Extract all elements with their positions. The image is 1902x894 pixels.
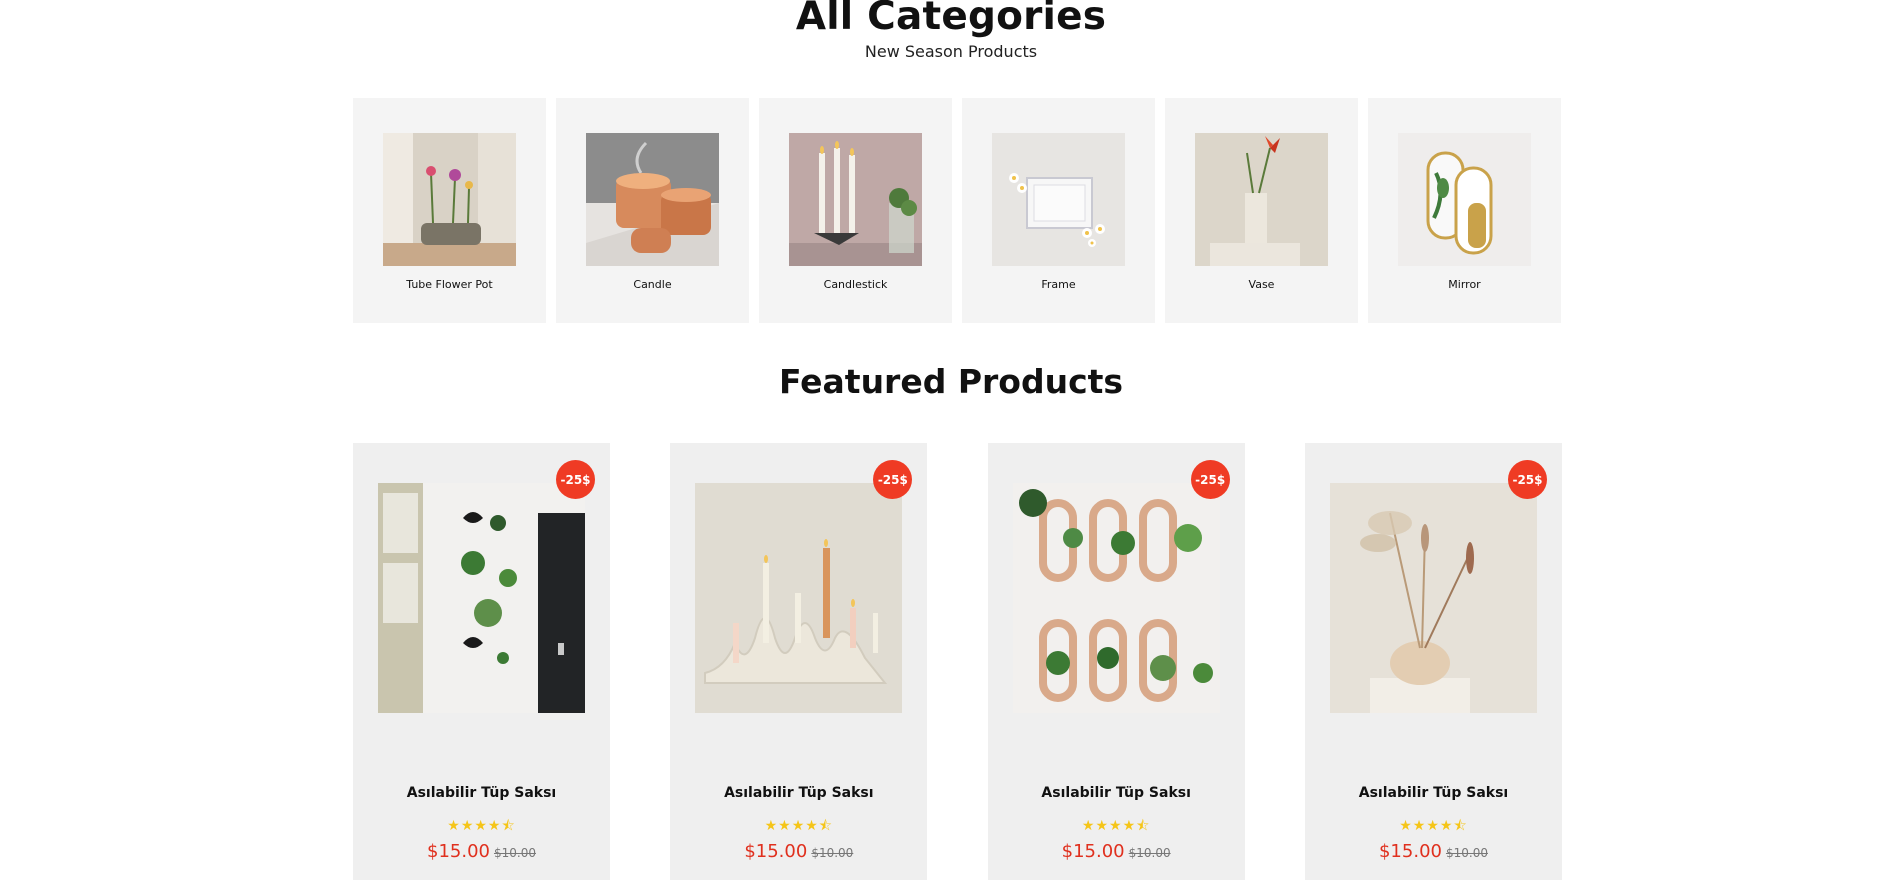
- product-image: [1012, 483, 1220, 713]
- category-label: Tube Flower Pot: [406, 278, 493, 291]
- rating-stars: ★★★★⯪: [1081, 818, 1151, 834]
- product-name[interactable]: Asılabilir Tüp Saksı: [988, 785, 1245, 801]
- price-row: $15.00 $10.00: [353, 841, 610, 862]
- categories-title: All Categories: [795, 0, 1107, 39]
- tube-flower-pot-image: [383, 133, 516, 266]
- rating-stars: ★★★★⯪: [764, 818, 834, 834]
- product-name[interactable]: Asılabilir Tüp Saksı: [353, 785, 610, 801]
- product-old-price: $10.00: [1128, 846, 1171, 860]
- category-label: Frame: [1041, 278, 1076, 291]
- price-row: $15.00 $10.00: [670, 841, 927, 862]
- product-old-price: $10.00: [493, 846, 536, 860]
- mirror-image: [1398, 133, 1531, 266]
- frame-image: [992, 133, 1125, 266]
- product-name[interactable]: Asılabilir Tüp Saksı: [670, 785, 927, 801]
- product-name[interactable]: Asılabilir Tüp Saksı: [1305, 785, 1562, 801]
- candlestick-image: [789, 133, 922, 266]
- category-label: Candle: [633, 278, 672, 291]
- product-card[interactable]: -25$ Asılabilir Tüp Saksı ★★★★⯪ $15.00 $1…: [987, 443, 1245, 880]
- product-image: [378, 483, 585, 713]
- product-card[interactable]: -25$ Asılabilir Tüp Saksı ★★★★⯪ $15.00 $1…: [353, 443, 610, 880]
- product-price: $15.00: [427, 841, 490, 862]
- product-card[interactable]: -25$ Asılabilir Tüp Saksı ★★★★⯪ $15.00 $1…: [670, 443, 928, 880]
- product-card[interactable]: -25$ Asılabilir Tüp Saksı ★★★★⯪ $15.00 $1…: [1304, 443, 1562, 880]
- category-card-candlestick[interactable]: Candlestick: [759, 98, 952, 323]
- product-price: $15.00: [1378, 841, 1442, 862]
- category-label: Vase: [1248, 278, 1275, 291]
- product-price: $15.00: [744, 841, 808, 862]
- product-image: [695, 483, 903, 713]
- vase-image: [1195, 133, 1328, 266]
- product-old-price: $10.00: [1445, 846, 1488, 860]
- rating-stars: ★★★★⯪: [1399, 818, 1468, 834]
- product-image: [1329, 483, 1537, 713]
- category-label: Candlestick: [823, 278, 888, 291]
- category-card-tube-flower-pot[interactable]: Tube Flower Pot: [353, 98, 546, 323]
- product-list: -25$ Asılabilir Tüp Saksı ★★★★⯪ $15.00 $1…: [353, 443, 1562, 880]
- category-list: Tube Flower Pot Candle Candlestick Frame…: [353, 98, 1562, 323]
- featured-title: Featured Products: [778, 362, 1124, 401]
- category-label: Mirror: [1448, 278, 1481, 291]
- discount-badge: -25$: [1190, 460, 1230, 499]
- category-card-vase[interactable]: Vase: [1165, 98, 1358, 323]
- product-old-price: $10.00: [811, 846, 854, 860]
- category-card-candle[interactable]: Candle: [556, 98, 749, 323]
- discount-badge: -25$: [556, 460, 595, 499]
- discount-badge: -25$: [1507, 460, 1547, 499]
- categories-subtitle: New Season Products: [864, 42, 1038, 61]
- category-card-mirror[interactable]: Mirror: [1368, 98, 1561, 323]
- candle-image: [586, 133, 719, 266]
- rating-stars: ★★★★⯪: [447, 818, 516, 834]
- discount-badge: -25$: [873, 460, 913, 499]
- price-row: $15.00 $10.00: [988, 841, 1245, 862]
- category-card-frame[interactable]: Frame: [962, 98, 1155, 323]
- product-price: $15.00: [1061, 841, 1125, 862]
- price-row: $15.00 $10.00: [1305, 841, 1562, 862]
